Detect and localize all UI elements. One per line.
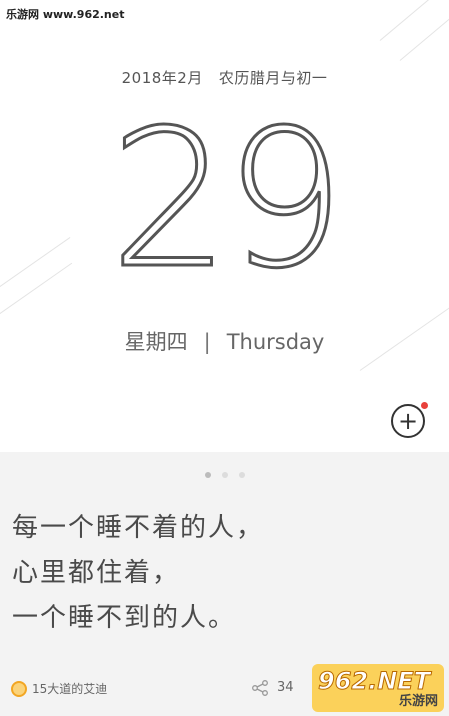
add-button[interactable]: + — [391, 404, 425, 438]
page-dot — [238, 472, 245, 478]
site-logo-badge: 962.NET 乐游网 — [312, 664, 444, 712]
weekday-separator: | — [203, 330, 211, 354]
author-name[interactable]: 15大道的艾迪 — [32, 680, 107, 697]
quote-line: 心里都住着， — [12, 558, 181, 588]
quote-line: 一个睡不到的人。 — [12, 603, 237, 633]
quote-line: 每一个睡不着的人， — [12, 513, 265, 543]
site-watermark: 乐游网 www.962.net — [6, 8, 125, 21]
share-count: 34 — [277, 680, 294, 695]
date-card: 2018年2月 农历腊月与初一 29 星期四 | Thursday — [0, 0, 449, 452]
lunar-date: 农历腊月与初一 — [218, 69, 328, 87]
background-streak — [399, 2, 449, 61]
weekday-chinese: 星期四 — [124, 330, 188, 354]
year-month: 2018年2月 — [121, 69, 203, 87]
day-number: 29 — [108, 89, 347, 310]
plus-icon: + — [397, 407, 419, 435]
page-dot-active — [204, 472, 211, 478]
month-line: 2018年2月 农历腊月与初一 — [0, 67, 449, 88]
site-logo-subtitle: 乐游网 — [398, 694, 438, 709]
share-icon[interactable] — [251, 679, 269, 697]
weekday-english: Thursday — [226, 330, 325, 354]
notification-dot — [421, 402, 428, 409]
weekday-line: 星期四 | Thursday — [0, 326, 449, 356]
author-avatar-icon[interactable] — [11, 681, 27, 697]
page-dot — [221, 472, 228, 478]
background-streak — [379, 0, 449, 41]
page-indicator — [0, 472, 449, 478]
quote-text: 每一个睡不着的人， 心里都住着， 一个睡不到的人。 — [12, 506, 442, 641]
